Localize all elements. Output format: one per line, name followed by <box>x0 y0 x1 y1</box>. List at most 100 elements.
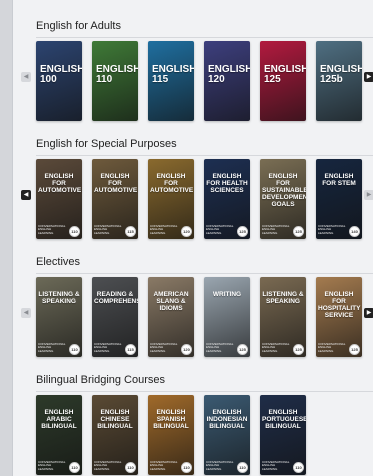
carousel-next-button[interactable]: ▶ <box>364 72 373 82</box>
section-title: English for Special Purposes <box>36 138 177 150</box>
level-badge: 115 <box>125 344 136 355</box>
book-cover[interactable]: ENGLISH FOR STEM CONVERSATIONAL ENGLISH L… <box>316 159 362 239</box>
book-title: ENGLISH FOR SUSTAINABLE DEVELOPMENT GOAL… <box>262 173 306 208</box>
book-cover[interactable]: ENGLISH FOR SUSTAINABLE DEVELOPMENT GOAL… <box>260 159 306 239</box>
section-divider <box>36 391 373 392</box>
carousel-prev-button[interactable]: ◀ <box>21 72 31 82</box>
book-title: ENGLISH ARABIC BILINGUAL <box>41 409 77 430</box>
book-subtitle: CONVERSATIONAL ENGLISH LEARNING <box>38 223 66 235</box>
level-badge: 125 <box>293 344 304 355</box>
chevron-right-icon: ▶ <box>366 310 372 316</box>
book-cover[interactable]: ENGLISH ARABIC BILINGUAL CONVERSATIONAL E… <box>36 395 82 475</box>
book-title: ENGLISH 110 <box>96 64 138 85</box>
carousel-prev-button[interactable]: ◀ <box>21 190 31 200</box>
book-cover[interactable]: ENGLISH FOR AUTOMOTIVE CONVERSATIONAL ENG… <box>36 159 82 239</box>
level-badge: 125 <box>293 226 304 237</box>
level-badge: 120 <box>181 226 192 237</box>
book-subtitle: CONVERSATIONAL ENGLISH LEARNING <box>150 459 178 471</box>
section-title: English for Adults <box>36 20 121 32</box>
carousel-prev-button[interactable]: ◀ <box>21 308 31 318</box>
book-cover[interactable]: ENGLISH FOR HEALTH SCIENCES CONVERSATIONA… <box>204 159 250 239</box>
book-title: LISTENING & SPEAKING <box>262 291 304 305</box>
book-subtitle: CONVERSATIONAL ENGLISH LEARNING <box>206 223 234 235</box>
book-title: AMERICAN SLANG & IDIOMS <box>153 291 189 312</box>
book-subtitle: CONVERSATIONAL ENGLISH LEARNING <box>318 223 346 235</box>
book-cover[interactable]: ENGLISH FOR AUTOMOTIVE CONVERSATIONAL ENG… <box>148 159 194 239</box>
level-badge: 110 <box>125 462 136 473</box>
carousel-next-button[interactable]: ▶ <box>364 190 373 200</box>
level-badge: 125 <box>237 344 248 355</box>
book-cover[interactable]: ENGLISH 125 <box>260 41 306 121</box>
book-cover[interactable]: ENGLISH FOR HOSPITALITY SERVICE CONVERSAT… <box>316 277 362 357</box>
book-cover[interactable]: ENGLISH 100 <box>36 41 82 121</box>
book-title: WRITING <box>212 291 242 298</box>
level-badge: 110 <box>181 462 192 473</box>
level-badge: 110 <box>69 344 80 355</box>
book-title: ENGLISH 115 <box>152 64 194 85</box>
chevron-right-icon: ▶ <box>366 192 372 198</box>
book-cover[interactable]: ENGLISH 120 <box>204 41 250 121</box>
section-divider <box>36 273 373 274</box>
chevron-left-icon: ◀ <box>23 310 29 316</box>
level-badge: 125 <box>237 226 248 237</box>
book-cover[interactable]: ENGLISH INDONESIAN BILINGUAL CONVERSATION… <box>204 395 250 475</box>
book-cover[interactable]: LISTENING & SPEAKING CONVERSATIONAL ENGLI… <box>36 277 82 357</box>
book-cover[interactable]: WRITING CONVERSATIONAL ENGLISH LEARNING 12… <box>204 277 250 357</box>
book-subtitle: CONVERSATIONAL ENGLISH LEARNING <box>150 341 178 353</box>
level-badge: 110 <box>293 462 304 473</box>
book-cover[interactable]: ENGLISH SPANISH BILINGUAL CONVERSATIONAL … <box>148 395 194 475</box>
book-subtitle: CONVERSATIONAL ENGLISH LEARNING <box>38 341 66 353</box>
book-carousel: ENGLISH ARABIC BILINGUAL CONVERSATIONAL E… <box>36 395 373 475</box>
section-divider <box>36 155 373 156</box>
level-badge: 110 <box>69 462 80 473</box>
book-cover[interactable]: ENGLISH PORTUGUESE BILINGUAL CONVERSATION… <box>260 395 306 475</box>
book-cover[interactable]: ENGLISH 115 <box>148 41 194 121</box>
book-cover[interactable]: ENGLISH 110 <box>92 41 138 121</box>
book-carousel: LISTENING & SPEAKING CONVERSATIONAL ENGLI… <box>36 277 373 357</box>
book-subtitle: CONVERSATIONAL ENGLISH LEARNING <box>94 341 122 353</box>
book-carousel: ENGLISH FOR AUTOMOTIVE CONVERSATIONAL ENG… <box>36 159 373 239</box>
level-badge: 115 <box>125 226 136 237</box>
book-cover[interactable]: ENGLISH CHINESE BILINGUAL CONVERSATIONAL … <box>92 395 138 475</box>
book-title: ENGLISH SPANISH BILINGUAL <box>153 409 189 430</box>
book-title: ENGLISH FOR STEM <box>322 173 356 187</box>
book-title: READING & COMPREHENSION <box>94 291 138 305</box>
book-cover[interactable]: ENGLISH FOR AUTOMOTIVE CONVERSATIONAL ENG… <box>92 159 138 239</box>
level-badge: 125 <box>349 344 360 355</box>
level-badge: 110 <box>237 462 248 473</box>
book-title: ENGLISH FOR AUTOMOTIVE <box>150 173 194 194</box>
book-title: ENGLISH CHINESE BILINGUAL <box>97 409 133 430</box>
carousel-next-button[interactable]: ▶ <box>364 308 373 318</box>
book-subtitle: CONVERSATIONAL ENGLISH LEARNING <box>262 341 290 353</box>
book-cover[interactable]: ENGLISH 125b <box>316 41 362 121</box>
book-title: ENGLISH PORTUGUESE BILINGUAL <box>262 409 306 430</box>
book-title: LISTENING & SPEAKING <box>38 291 80 305</box>
chevron-left-icon: ◀ <box>23 192 29 198</box>
book-title: ENGLISH INDONESIAN BILINGUAL <box>206 409 248 430</box>
chevron-left-icon: ◀ <box>23 74 29 80</box>
level-badge: 110 <box>69 226 80 237</box>
level-badge: 120 <box>181 344 192 355</box>
level-badge: 140 <box>349 226 360 237</box>
book-title: ENGLISH FOR HOSPITALITY SERVICE <box>318 291 361 319</box>
section-title: Electives <box>36 256 81 268</box>
book-carousel: ENGLISH 100 ENGLISH 110 ENGLISH 115 ENGLISH… <box>36 41 373 121</box>
book-cover[interactable]: AMERICAN SLANG & IDIOMS CONVERSATIONAL EN… <box>148 277 194 357</box>
book-subtitle: CONVERSATIONAL ENGLISH LEARNING <box>318 341 346 353</box>
book-title: ENGLISH FOR AUTOMOTIVE <box>38 173 82 194</box>
book-title: ENGLISH 125 <box>264 64 306 85</box>
book-subtitle: CONVERSATIONAL ENGLISH LEARNING <box>206 341 234 353</box>
book-subtitle: CONVERSATIONAL ENGLISH LEARNING <box>94 459 122 471</box>
book-subtitle: CONVERSATIONAL ENGLISH LEARNING <box>262 223 290 235</box>
section-divider <box>36 37 373 38</box>
book-subtitle: CONVERSATIONAL ENGLISH LEARNING <box>150 223 178 235</box>
book-title: ENGLISH FOR AUTOMOTIVE <box>94 173 138 194</box>
book-title: ENGLISH 100 <box>40 64 82 85</box>
book-cover[interactable]: READING & COMPREHENSION CONVERSATIONAL EN… <box>92 277 138 357</box>
chevron-right-icon: ▶ <box>366 74 372 80</box>
book-title: ENGLISH 125b <box>320 64 362 85</box>
book-subtitle: CONVERSATIONAL ENGLISH LEARNING <box>262 459 290 471</box>
book-cover[interactable]: LISTENING & SPEAKING CONVERSATIONAL ENGLI… <box>260 277 306 357</box>
book-subtitle: CONVERSATIONAL ENGLISH LEARNING <box>94 223 122 235</box>
book-title: ENGLISH 120 <box>208 64 250 85</box>
